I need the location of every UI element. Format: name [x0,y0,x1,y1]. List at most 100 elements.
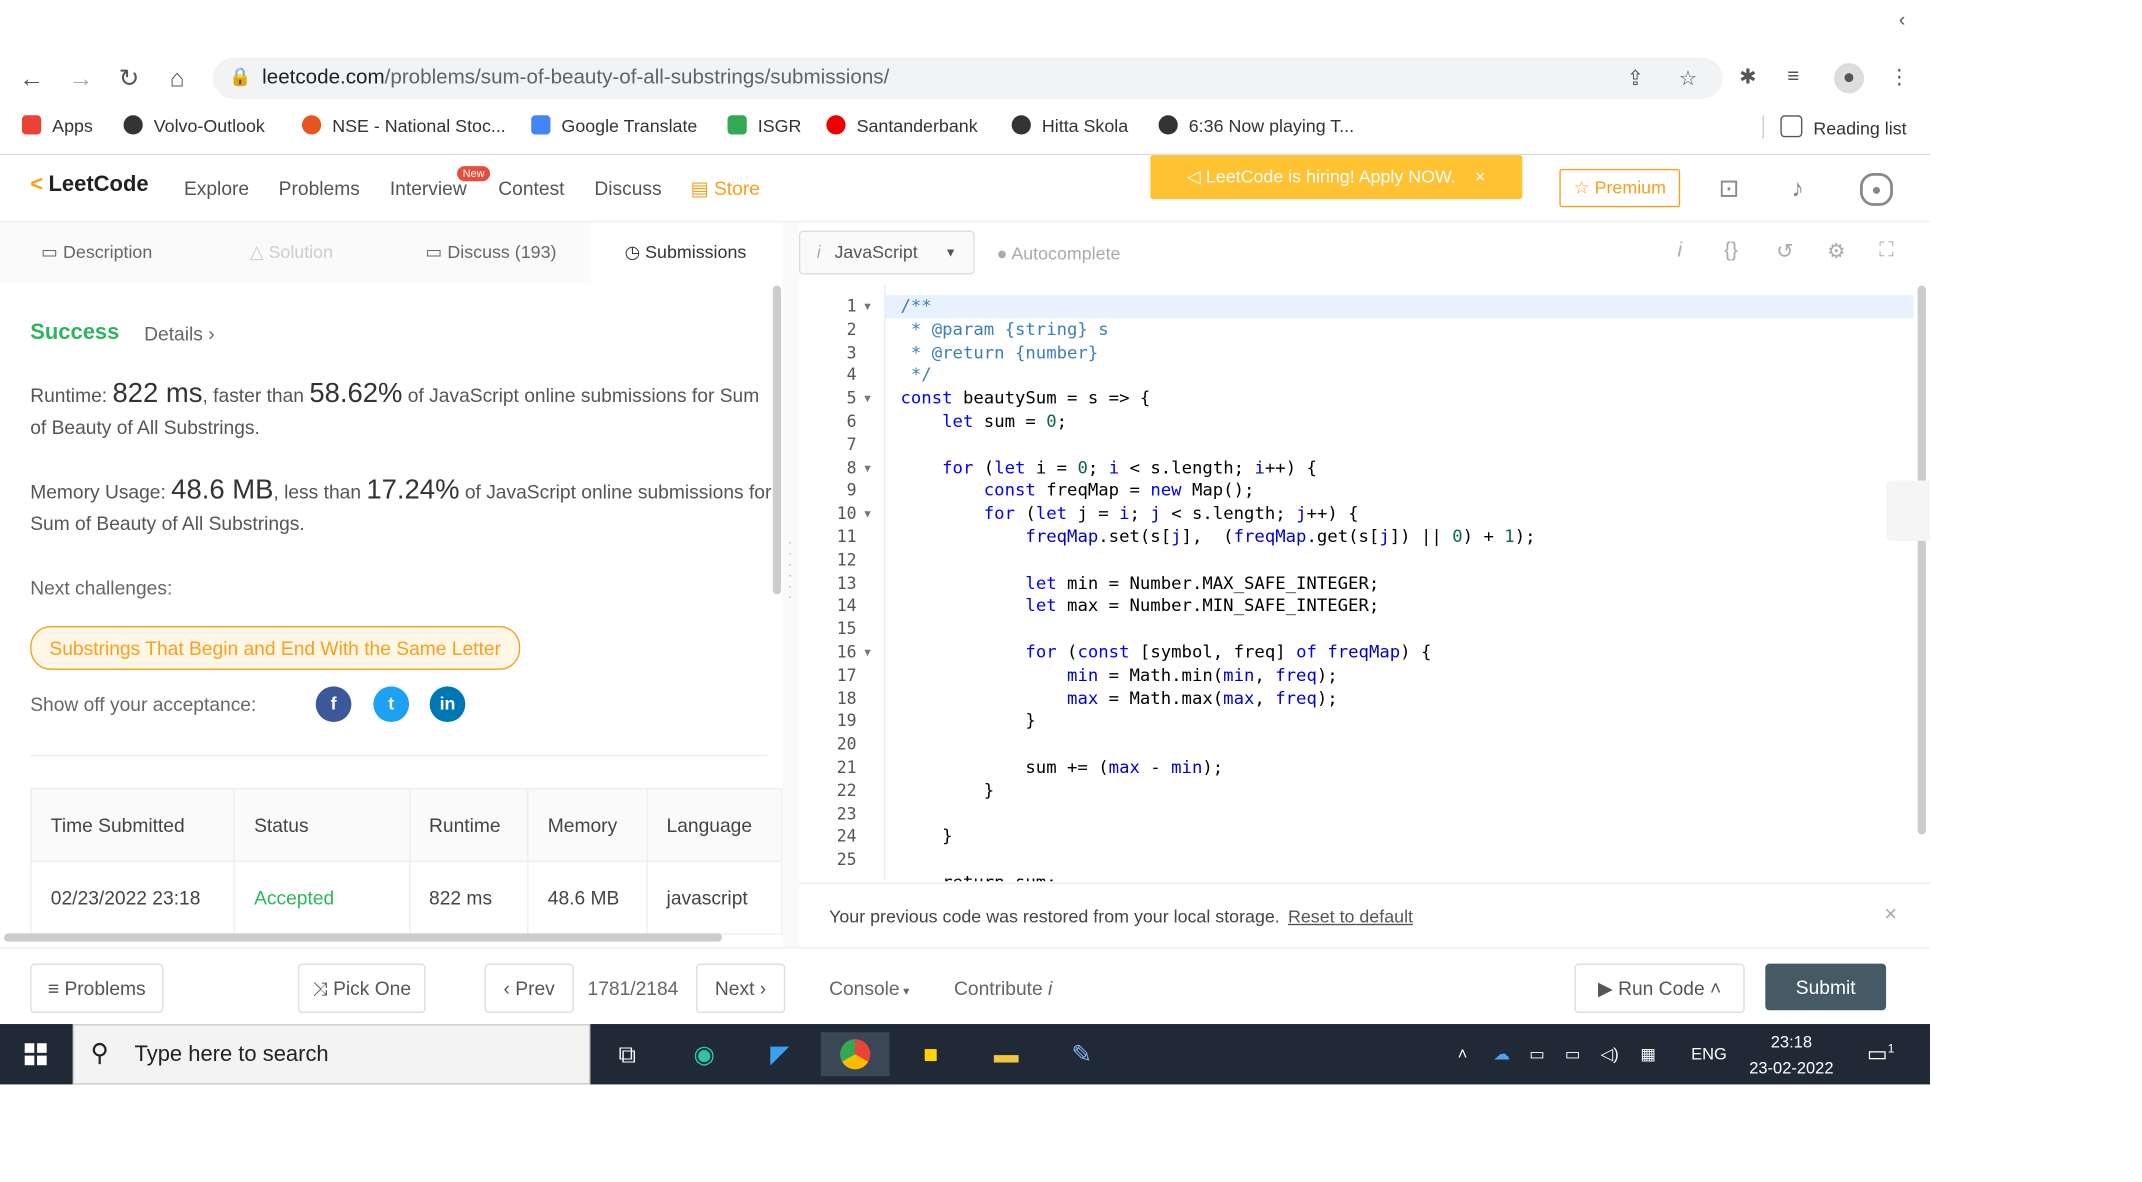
vscode-icon[interactable]: ◤ [756,1032,803,1076]
task-view-icon[interactable]: ⧉ [604,1032,651,1076]
pane-splitter[interactable]: · · · · · · [782,222,799,1019]
problems-button[interactable]: ≡ Problems [30,963,164,1014]
reset-icon[interactable]: ↺ [1776,239,1793,263]
nse-icon [301,115,322,135]
fold-arrow-icon[interactable]: ▼ [862,301,873,313]
cell-status[interactable]: Accepted [233,860,410,935]
challenge-pill[interactable]: Substrings That Begin and End With the S… [30,625,521,670]
table-row[interactable]: 02/23/2022 23:18 Accepted 822 ms 48.6 MB… [30,860,783,935]
back-icon[interactable]: ← [16,63,46,93]
pick-one-button[interactable]: ⤨ Pick One [297,963,426,1014]
chrome-icon[interactable] [820,1032,890,1077]
language-select[interactable]: i JavaScript ▼ [798,230,975,275]
nav-discuss[interactable]: Discuss [594,177,661,199]
nav-contest[interactable]: Contest [498,177,564,199]
close-icon[interactable]: × [1884,903,1897,928]
hiring-banner[interactable]: ◁ LeetCode is hiring! Apply NOW. × [1150,155,1523,200]
vertical-scrollbar[interactable] [772,285,782,595]
tab-description[interactable]: ▭ Description [41,242,152,264]
reset-to-default-link[interactable]: Reset to default [1288,906,1413,927]
info-icon[interactable]: i [1677,239,1682,262]
nav-explore[interactable]: Explore [184,177,249,199]
code-line: for (let j = i; j < s.length; j++) { [983,502,1359,524]
home-icon[interactable]: ⌂ [162,63,192,93]
code-editor[interactable]: 1 ▼ 2 3 4 5 ▼ 6 7 8 ▼ 9 10 ▼ 11 12 13 14 15 16 ▼ 17 18 19 20 21 22… [798,282,1931,882]
close-icon[interactable]: × [1475,166,1485,187]
settings-icon[interactable]: ⚙ [1827,239,1845,263]
edge-icon[interactable]: ◉ [681,1032,728,1076]
twitter-icon[interactable]: t [373,686,410,723]
autocomplete-toggle[interactable]: ● Autocomplete [997,243,1121,264]
language-indicator[interactable]: ENG [1691,1045,1727,1064]
bookmark-now-playing[interactable]: 6:36 Now playing T... [1158,115,1354,136]
reading-list[interactable]: Reading list [1762,115,1907,139]
bookmark-star-icon[interactable]: ☆ [1679,66,1697,90]
media-control-icon[interactable]: ≡ [1787,65,1799,88]
fold-arrow-icon[interactable]: ▼ [862,462,873,474]
line-number: 11 [836,527,857,547]
bookmark-santanderbank[interactable]: Santanderbank [826,115,978,136]
bell-icon[interactable]: ♪ [1791,174,1803,203]
fold-arrow-icon[interactable]: ▼ [862,508,873,520]
notification-icon[interactable]: ▭1 [1867,1041,1895,1068]
address-bar[interactable]: 🔒 leetcode.com/problems/sum-of-beauty-of… [212,57,1723,99]
run-code-button[interactable]: ▶ Run Code ˄ [1574,963,1745,1014]
bookmark-volvo-outlook[interactable]: Volvo-Outlook [123,115,265,136]
tab-submissions[interactable]: ◷ Submissions [625,242,747,264]
tab-solution[interactable]: △ Solution [250,242,333,264]
cell-runtime: 822 ms [408,860,529,935]
paint-icon[interactable]: ✎ [1058,1032,1105,1076]
menu-icon[interactable]: ⋮ [1889,65,1910,89]
problem-counter: 1781/2184 [587,977,679,1000]
line-number: 25 [836,849,857,870]
tab-search-icon[interactable]: ‹ [1899,8,1905,30]
taskbar-clock[interactable]: 23:18 23-02-2022 [1743,1030,1839,1082]
linkedin-icon[interactable]: in [429,686,466,723]
tab-discuss[interactable]: ▭ Discuss (193) [426,242,557,264]
submit-button[interactable]: Submit [1765,963,1887,1011]
editor-scrollbar[interactable] [1917,285,1926,835]
braces-icon[interactable]: {} [1724,239,1738,262]
fullscreen-icon[interactable]: ⛶ [1879,239,1893,262]
horizontal-scrollbar[interactable] [4,933,723,942]
fold-arrow-icon[interactable]: ▼ [862,393,873,405]
bookmark-nse[interactable]: NSE - National Stoc... [301,115,506,136]
taskbar-search[interactable]: ⚲ Type here to search [72,1024,591,1085]
note-icon[interactable] [1886,480,1931,541]
battery-icon[interactable]: ▭ [1529,1045,1545,1064]
facebook-icon[interactable]: f [315,686,352,723]
keyboard-icon[interactable]: ▦ [1640,1045,1656,1064]
result-status: Success [30,321,120,345]
play-icon: ▶ [1597,977,1619,1000]
contribute-link[interactable]: Contribute i [954,977,1052,999]
file-explorer-icon[interactable]: ▬ [983,1032,1030,1076]
onedrive-icon[interactable]: ☁ [1493,1045,1509,1064]
forward-icon[interactable]: → [66,63,96,93]
bookmark-isgr[interactable]: ISGR [727,115,801,136]
code-line: const freqMap = new Map(); [983,479,1255,501]
nav-interview[interactable]: Interview [390,177,467,199]
extensions-icon[interactable]: ✱ [1739,65,1756,89]
console-toggle[interactable]: Console ▾ [829,977,909,999]
sticky-notes-icon[interactable]: ■ [907,1032,954,1076]
premium-button[interactable]: ☆ Premium [1559,168,1681,208]
windows-start-icon[interactable] [0,1024,71,1084]
nav-problems[interactable]: Problems [279,177,360,199]
fold-arrow-icon[interactable]: ▼ [862,647,873,659]
reload-icon[interactable]: ↻ [114,63,144,93]
nav-store[interactable]: ▤ Store [690,177,759,200]
network-icon[interactable]: ▭ [1565,1045,1581,1064]
share-icon[interactable]: ⇪ [1627,66,1644,90]
volume-icon[interactable]: ◁) [1601,1045,1619,1064]
leetcode-logo[interactable]: < LeetCode [30,173,148,198]
details-link[interactable]: Details › [144,323,215,345]
user-avatar-icon[interactable]: ● [1860,172,1893,206]
next-button[interactable]: Next › [695,963,786,1014]
bookmark-google-translate[interactable]: Google Translate [531,115,697,136]
bookmark-apps[interactable]: Apps [21,115,93,136]
profile-icon[interactable]: ● [1833,63,1865,94]
playground-icon[interactable]: ⊡ [1719,174,1740,203]
bookmark-hitta-skola[interactable]: Hitta Skola [1011,115,1128,136]
tray-chevron-up-icon[interactable]: ˄ [1458,1045,1468,1064]
prev-button[interactable]: ‹ Prev [484,963,574,1014]
